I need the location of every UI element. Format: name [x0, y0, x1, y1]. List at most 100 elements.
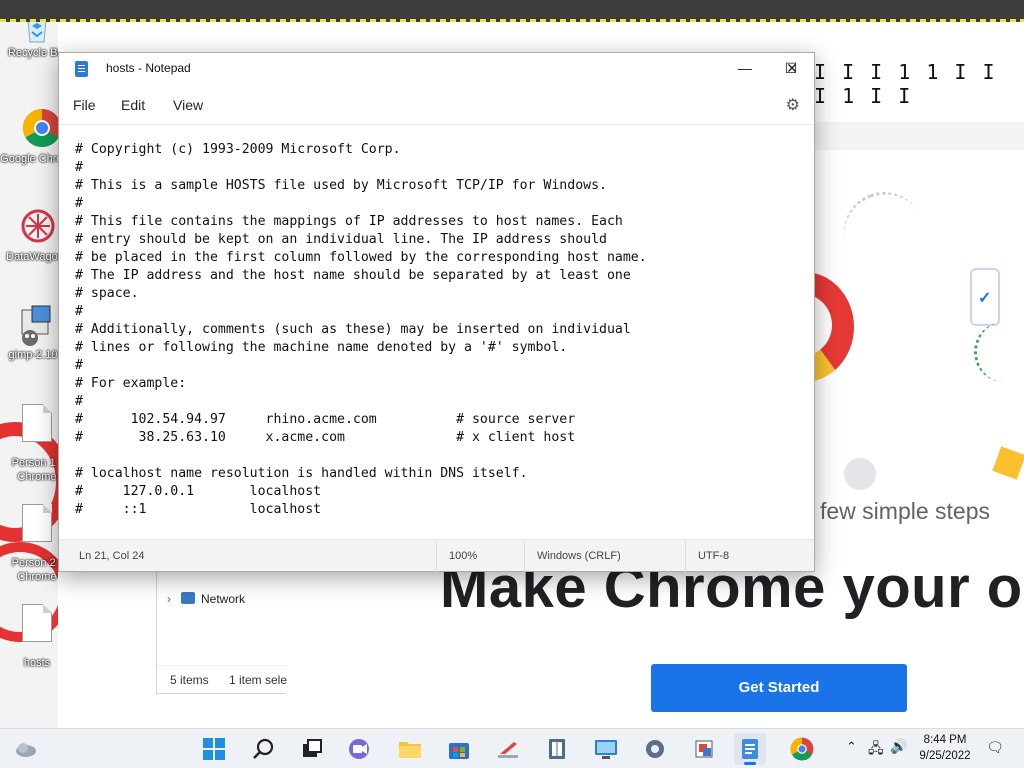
close-button[interactable]: ✕	[769, 53, 815, 85]
file-icon	[22, 604, 52, 642]
editor-line[interactable]: # The IP address and the host name shoul…	[75, 267, 647, 285]
editor-line[interactable]: # entry should be kept on an individual …	[75, 231, 647, 249]
clock-date: 9/25/2022	[919, 750, 971, 762]
weather-widget[interactable]	[10, 733, 42, 765]
desktop-icon-person1-chrome[interactable]: Person 1 - Chrome	[0, 404, 58, 484]
desktop-icon-hosts[interactable]: hosts	[0, 604, 58, 670]
clock[interactable]: 8:44 PM 9/25/2022	[906, 732, 984, 764]
desktop-icon-label: gimp-2.10	[8, 349, 58, 361]
recycle-bin-icon	[20, 22, 54, 46]
editor-line[interactable]: # This file contains the mappings of IP …	[75, 213, 647, 231]
decorative-dots	[832, 180, 936, 284]
welcome-tagline: few simple steps	[820, 498, 991, 524]
editor-line[interactable]: #	[75, 393, 647, 411]
menu-bar: File Edit View ⚙	[59, 85, 814, 125]
explorer-status-bar: 5 items 1 item sele	[157, 665, 288, 693]
editor-content[interactable]: # Copyright (c) 1993-2009 Microsoft Corp…	[75, 141, 647, 519]
editor-line[interactable]: # 102.54.94.97 rhino.acme.com # source s…	[75, 411, 647, 429]
editor-line[interactable]: #	[75, 303, 647, 321]
line-ending: Windows (CRLF)	[524, 540, 621, 572]
selection-count: 1 item sele	[229, 673, 288, 687]
menu-view[interactable]: View	[173, 97, 203, 113]
task-view-icon[interactable]	[296, 733, 328, 765]
search-icon[interactable]	[248, 733, 280, 765]
menu-edit[interactable]: Edit	[121, 97, 145, 113]
gimp-icon	[16, 304, 51, 346]
editor-line[interactable]: # Copyright (c) 1993-2009 Microsoft Corp…	[75, 141, 647, 159]
editor-line[interactable]: #	[75, 357, 647, 375]
desktop-icon-label: Google Chrome	[0, 153, 58, 165]
settings-gear-icon[interactable]: ⚙	[786, 95, 800, 115]
menu-file[interactable]: File	[73, 97, 96, 113]
desktop-icon-label: DataWagon	[6, 251, 58, 263]
desktop: Recycle Bin Google Chrome DataWagon gimp…	[0, 22, 58, 728]
remote-desktop-icon[interactable]	[590, 733, 622, 765]
desktop-icon-recycle-bin[interactable]: Recycle Bin	[0, 22, 58, 60]
reader-app-icon[interactable]	[541, 733, 573, 765]
desktop-icon-label: hosts	[23, 657, 51, 669]
editor-line[interactable]: # 127.0.0.1 localhost	[75, 483, 647, 501]
text-editor[interactable]: # Copyright (c) 1993-2009 Microsoft Corp…	[59, 126, 814, 539]
chat-icon[interactable]	[344, 733, 376, 765]
shortcut-file-icon	[22, 504, 52, 542]
desktop-icon-label: Recycle Bin	[7, 47, 58, 59]
decorative-circle	[844, 458, 876, 490]
desktop-icon-google-chrome[interactable]: Google Chrome	[0, 108, 58, 166]
desktop-icon-label: Person 1 - Chrome	[11, 457, 58, 483]
desktop-icon-datawagon[interactable]: DataWagon	[0, 206, 58, 264]
taskbar: ⌃ 🖧 🔊 8:44 PM 9/25/2022 🗨	[0, 728, 1024, 768]
get-started-button[interactable]: Get Started	[651, 664, 907, 712]
snipping-tool-icon[interactable]	[492, 733, 524, 765]
background-window-top-strip	[0, 0, 1024, 22]
settings-icon[interactable]	[639, 733, 671, 765]
notepad-icon	[75, 61, 88, 77]
editor-line[interactable]: # be placed in the first column followed…	[75, 249, 647, 267]
file-explorer-window: › Network 5 items 1 item sele	[156, 560, 288, 694]
editor-line[interactable]: # Additionally, comments (such as these)…	[75, 321, 647, 339]
notepad-window: hosts - Notepad — ☐ ✕ File Edit View ⚙ #…	[58, 52, 815, 572]
network-icon	[181, 592, 195, 604]
chrome-icon	[22, 108, 58, 148]
zoom-level: 100%	[436, 540, 477, 572]
microsoft-store-icon[interactable]	[443, 733, 475, 765]
network-tray-icon[interactable]: 🖧	[868, 738, 884, 762]
nav-item-network[interactable]: › Network	[167, 592, 245, 606]
nav-item-label: Network	[201, 592, 246, 606]
chevron-right-icon[interactable]: ›	[167, 592, 171, 606]
datawagon-icon	[18, 206, 55, 243]
editor-line[interactable]: #	[75, 159, 647, 177]
title-bar[interactable]: hosts - Notepad — ☐ ✕	[59, 53, 814, 85]
editor-line[interactable]: # This is a sample HOSTS file used by Mi…	[75, 177, 647, 195]
editor-line[interactable]: # localhost name resolution is handled w…	[75, 465, 647, 483]
volume-icon[interactable]: 🔊	[890, 738, 907, 755]
notepad-taskbar-icon[interactable]	[734, 733, 766, 765]
editor-line[interactable]: # lines or following the machine name de…	[75, 339, 647, 357]
start-button[interactable]	[198, 733, 230, 765]
paint-app-icon[interactable]	[688, 733, 720, 765]
desktop-icon-gimp[interactable]: gimp-2.10	[0, 304, 58, 362]
chrome-taskbar-icon[interactable]	[786, 733, 818, 765]
editor-line[interactable]: # For example:	[75, 375, 647, 393]
editor-line[interactable]: # 38.25.63.10 x.acme.com # x client host	[75, 429, 647, 447]
editor-line[interactable]: #	[75, 195, 647, 213]
item-count: 5 items	[170, 673, 209, 687]
cursor-position: Ln 21, Col 24	[79, 550, 145, 562]
decorative-dots	[974, 322, 1024, 382]
desktop-icon-person2-chrome[interactable]: Person 2 - Chrome	[0, 504, 58, 584]
phone-check-icon: ✓	[970, 268, 1000, 326]
file-explorer-icon[interactable]	[394, 733, 426, 765]
decorative-diamond	[992, 446, 1024, 480]
desktop-icon-label: Person 2 - Chrome	[11, 557, 58, 583]
background-barcode-text: I I I 1 1 I I I 1 I I	[814, 60, 997, 108]
clock-time: 8:44 PM	[923, 734, 967, 746]
editor-line[interactable]: # ::1 localhost	[75, 501, 647, 519]
status-bar: Ln 21, Col 24 100% Windows (CRLF) UTF-8	[59, 539, 814, 572]
editor-line[interactable]	[75, 447, 647, 465]
encoding: UTF-8	[685, 540, 729, 572]
chevron-up-icon[interactable]: ⌃	[846, 739, 857, 755]
notification-icon[interactable]: 🗨	[984, 739, 1006, 757]
window-title: hosts - Notepad	[106, 61, 191, 75]
shortcut-file-icon	[22, 404, 52, 442]
editor-line[interactable]: # space.	[75, 285, 647, 303]
minimize-button[interactable]: —	[722, 53, 768, 85]
